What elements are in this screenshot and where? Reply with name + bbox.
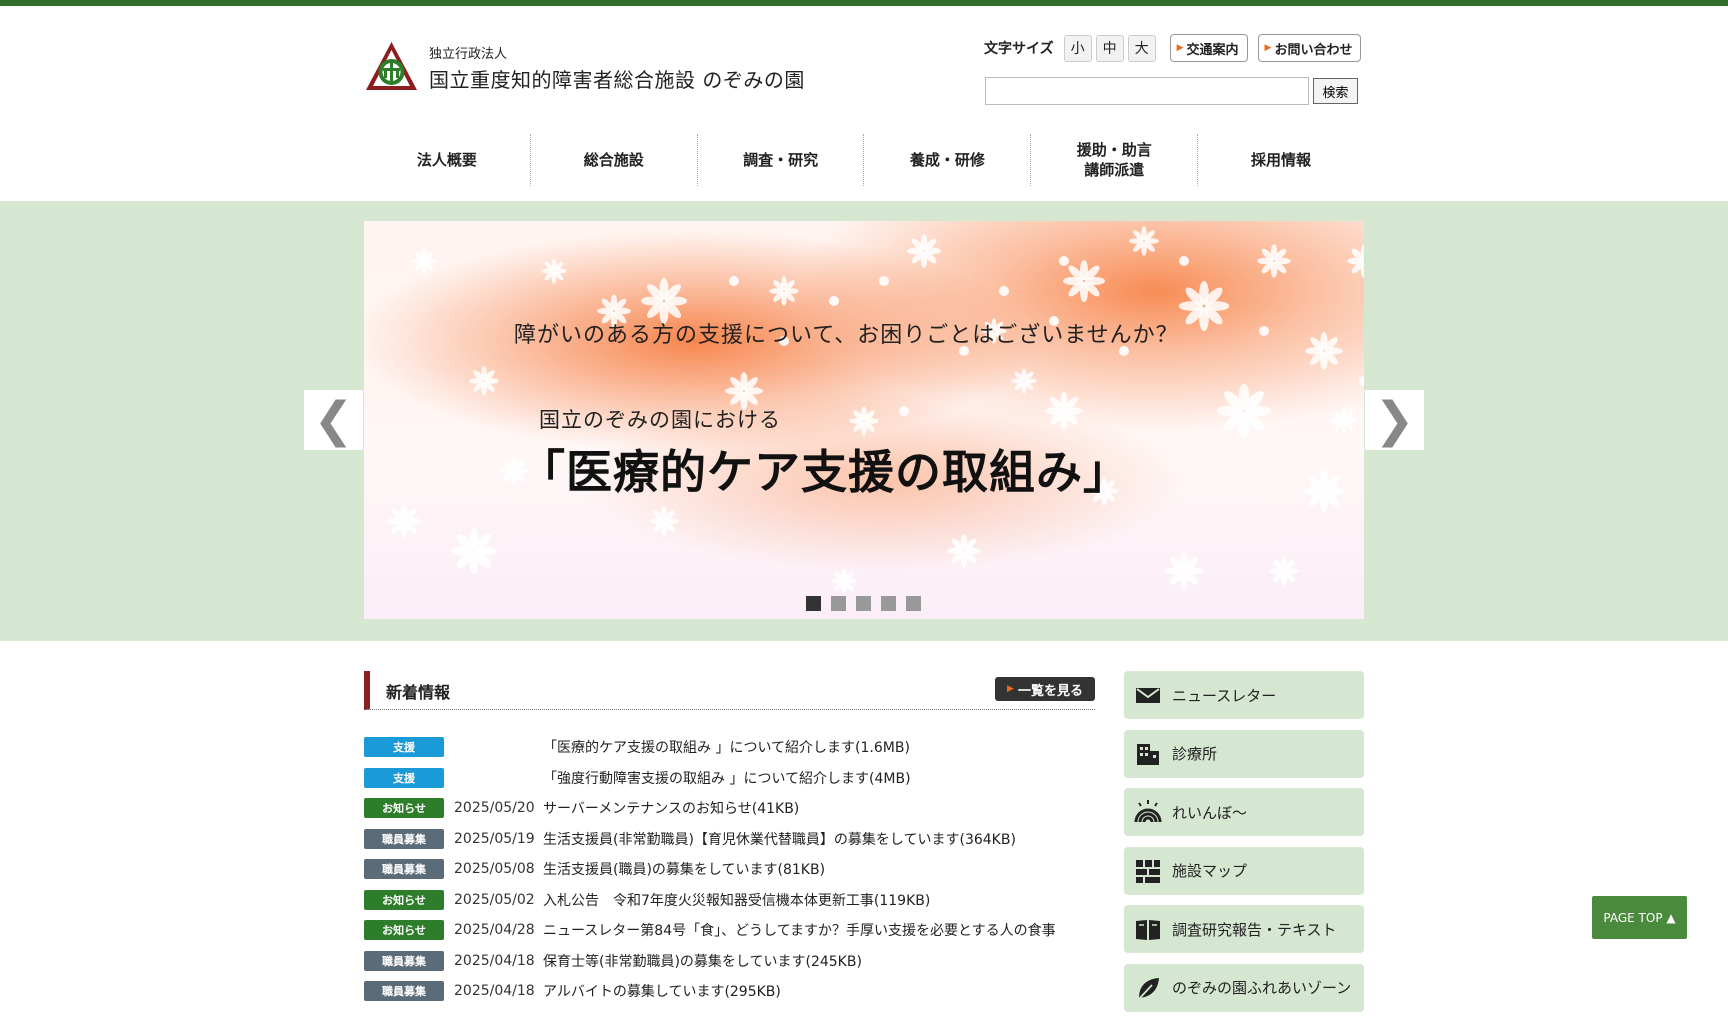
news-link[interactable]: 生活支援員(非常勤職員)【育児休業代替職員】の募集をしています(364KB) bbox=[543, 829, 1016, 849]
category-badge: 支援 bbox=[364, 767, 444, 788]
site-logo[interactable]: 独立行政法人 国立重度知的障害者総合施設 のぞみの園 bbox=[364, 40, 805, 95]
news-link[interactable]: 生活支援員(職員)の募集をしています(81KB) bbox=[543, 859, 825, 879]
category-badge: お知らせ bbox=[364, 889, 444, 910]
nav-item-assistance[interactable]: 援助・助言 講師派遣 bbox=[1030, 134, 1197, 186]
building-icon bbox=[1137, 743, 1159, 765]
search-input[interactable] bbox=[985, 77, 1309, 105]
news-date: 2025/05/20 bbox=[454, 800, 535, 817]
map-icon bbox=[1136, 859, 1160, 883]
news-date: 2025/04/28 bbox=[454, 922, 535, 939]
news-item: 支援 「強度行動障害支援の取組み 」について紹介します(4MB) bbox=[364, 763, 1095, 794]
leaf-icon bbox=[1137, 977, 1159, 1001]
nav-item-facility[interactable]: 総合施設 bbox=[529, 134, 697, 186]
page-top-button[interactable]: PAGE TOP ▲ bbox=[1592, 896, 1687, 939]
news-link[interactable]: アルバイトの募集しています(295KB) bbox=[543, 981, 781, 1001]
contact-label: お問い合わせ bbox=[1274, 42, 1353, 58]
category-badge: 支援 bbox=[364, 737, 444, 758]
slide-title: 「医療的ケア支援の取組み」 bbox=[519, 445, 1130, 499]
nav-item-research[interactable]: 調査・研究 bbox=[696, 134, 864, 186]
news-link[interactable]: 「強度行動障害支援の取組み 」について紹介します(4MB) bbox=[543, 768, 911, 788]
sidebar-item-map[interactable]: 施設マップ bbox=[1124, 846, 1364, 895]
font-size-small-button[interactable]: 小 bbox=[1063, 34, 1092, 62]
book-icon bbox=[1136, 920, 1160, 940]
contact-button[interactable]: ▶ お問い合わせ bbox=[1257, 34, 1362, 62]
news-header: 新着情報 ▶ 一覧を見る bbox=[364, 671, 1095, 710]
sidebar-item-fureai-zone[interactable]: のぞみの園ふれあいゾーン bbox=[1124, 963, 1364, 1012]
flower-pattern bbox=[387, 226, 1364, 594]
global-nav: 法人概要 総合施設 調査・研究 養成・研修 援助・助言 講師派遣 採用情報 bbox=[364, 134, 1364, 186]
news-more-button[interactable]: ▶ 一覧を見る bbox=[995, 677, 1095, 701]
triangle-right-icon: ▶ bbox=[1264, 43, 1272, 53]
search-form: 検索 bbox=[985, 77, 1358, 105]
carousel-dots bbox=[806, 596, 931, 611]
news-date: 2025/05/19 bbox=[454, 830, 535, 847]
news-title: 新着情報 bbox=[386, 683, 451, 702]
rainbow-icon bbox=[1134, 800, 1162, 823]
logo-subtitle: 独立行政法人 bbox=[429, 46, 508, 62]
carousel-dot[interactable] bbox=[831, 596, 846, 611]
news-link[interactable]: ニュースレター第84号「食」、どうしてますか？手厚い支援を必要とする人の食事 bbox=[543, 920, 1056, 940]
mail-icon bbox=[1136, 688, 1160, 703]
news-item: 支援 「医療的ケア支援の取組み 」について紹介します(1.6MB) bbox=[364, 732, 1095, 763]
news-item: 職員募集 2025/04/18 保育士等(非常勤職員)の募集をしています(245KB… bbox=[364, 946, 1095, 977]
sidebar-item-reports[interactable]: 調査研究報告・テキスト bbox=[1124, 905, 1364, 953]
carousel-next-button[interactable]: ❯ bbox=[1365, 390, 1424, 450]
access-label: 交通案内 bbox=[1186, 42, 1239, 58]
news-link[interactable]: 保育士等(非常勤職員)の募集をしています(245KB) bbox=[543, 951, 862, 971]
carousel-dot[interactable] bbox=[806, 596, 821, 611]
search-button[interactable]: 検索 bbox=[1313, 78, 1358, 104]
news-item: お知らせ 2025/05/02 入札公告 令和7年度火災報知器受信機本体更新工事(1… bbox=[364, 885, 1095, 916]
nav-item-corporate[interactable]: 法人概要 bbox=[364, 134, 530, 186]
news-link[interactable]: 入札公告 令和7年度火災報知器受信機本体更新工事(119KB) bbox=[543, 890, 930, 910]
news-date: 2025/04/18 bbox=[454, 983, 535, 1000]
news-date: 2025/05/02 bbox=[454, 891, 535, 908]
carousel-dot[interactable] bbox=[881, 596, 896, 611]
category-badge: 職員募集 bbox=[364, 859, 444, 880]
news-item: 職員募集 2025/05/19 生活支援員(非常勤職員)【育児休業代替職員】の募集を… bbox=[364, 824, 1095, 855]
news-link[interactable]: 「医療的ケア支援の取組み 」について紹介します(1.6MB) bbox=[543, 737, 910, 757]
news-list: 支援 「医療的ケア支援の取組み 」について紹介します(1.6MB) 支援 「強度行動障… bbox=[364, 732, 1095, 1007]
nav-item-training[interactable]: 養成・研修 bbox=[863, 134, 1030, 186]
news-link[interactable]: サーバーメンテナンスのお知らせ(41KB) bbox=[543, 798, 799, 818]
hero-slide[interactable]: 障がいのある方の支援について、お困りごとはございませんか？ 国立のぞみの園におけ… bbox=[364, 221, 1364, 619]
utility-bar: 文字サイズ 小 中 大 ▶ 交通案内 ▶ お問い合わせ bbox=[984, 34, 1362, 62]
sidebar-item-clinic[interactable]: 診療所 bbox=[1124, 729, 1364, 778]
site-header: 独立行政法人 国立重度知的障害者総合施設 のぞみの園 文字サイズ 小 中 大 ▶… bbox=[0, 6, 1728, 201]
category-badge: 職員募集 bbox=[364, 950, 444, 971]
logo-title: 国立重度知的障害者総合施設 のぞみの園 bbox=[429, 67, 805, 92]
news-item: 職員募集 2025/04/18 アルバイトの募集しています(295KB) bbox=[364, 976, 1095, 1007]
triangle-right-icon: ▶ bbox=[1007, 684, 1014, 694]
triangle-right-icon: ▶ bbox=[1176, 43, 1184, 53]
news-item: お知らせ 2025/05/20 サーバーメンテナンスのお知らせ(41KB) bbox=[364, 793, 1095, 824]
hero-carousel: 障がいのある方の支援について、お困りごとはございませんか？ 国立のぞみの園におけ… bbox=[0, 201, 1728, 641]
font-size-medium-button[interactable]: 中 bbox=[1095, 34, 1124, 62]
access-button[interactable]: ▶ 交通案内 bbox=[1169, 34, 1248, 62]
carousel-dot[interactable] bbox=[906, 596, 921, 611]
font-size-label: 文字サイズ bbox=[984, 41, 1054, 57]
category-badge: お知らせ bbox=[364, 920, 444, 941]
sidebar-item-rainbow[interactable]: れいんぼ～ bbox=[1124, 788, 1364, 836]
slide-subtitle: 国立のぞみの園における bbox=[539, 408, 781, 432]
news-date: 2025/04/18 bbox=[454, 952, 535, 969]
category-badge: 職員募集 bbox=[364, 828, 444, 849]
carousel-prev-button[interactable]: ❮ bbox=[304, 390, 363, 450]
news-date: 2025/05/08 bbox=[454, 861, 535, 878]
sidebar: ニュースレター 診療所 れいんぼ～ 施設マップ 調査研究報告・テキスト のぞみの… bbox=[1124, 671, 1364, 1022]
font-size-large-button[interactable]: 大 bbox=[1127, 34, 1156, 62]
logo-emblem-icon bbox=[366, 42, 417, 90]
slide-question: 障がいのある方の支援について、お困りごとはございませんか？ bbox=[514, 323, 1179, 348]
carousel-dot[interactable] bbox=[856, 596, 871, 611]
nav-item-recruit[interactable]: 採用情報 bbox=[1197, 134, 1364, 186]
sidebar-item-newsletter[interactable]: ニュースレター bbox=[1124, 671, 1364, 719]
category-badge: 職員募集 bbox=[364, 981, 444, 1002]
news-section: 新着情報 ▶ 一覧を見る 支援 「医療的ケア支援の取組み 」について紹介します(1… bbox=[364, 671, 1095, 1007]
news-item: 職員募集 2025/05/08 生活支援員(職員)の募集をしています(81KB) bbox=[364, 854, 1095, 885]
category-badge: お知らせ bbox=[364, 798, 444, 819]
news-item: お知らせ 2025/04/28 ニュースレター第84号「食」、どうしてますか？手厚い… bbox=[364, 915, 1095, 946]
